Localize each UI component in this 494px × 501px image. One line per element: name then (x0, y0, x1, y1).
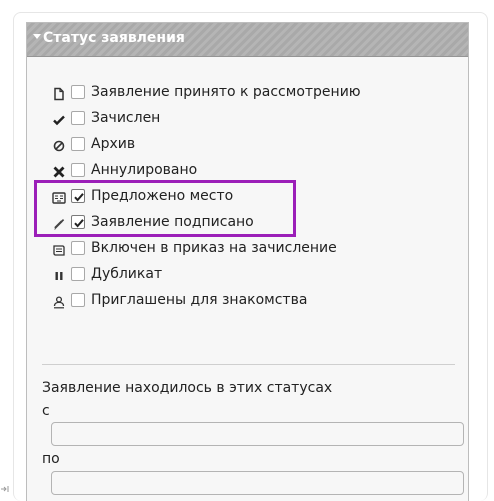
status-filter-panel: Статус заявления Заявление принято к рас… (26, 22, 469, 501)
cross-icon (52, 164, 66, 178)
status-row-signed[interactable]: Заявление подписано (27, 211, 468, 235)
status-row-in-order[interactable]: Включен в приказ на зачисление (27, 237, 468, 261)
status-label[interactable]: Заявление подписано (91, 214, 254, 230)
status-row-duplicate[interactable]: Дубликат (27, 263, 468, 287)
order-sheet-icon (52, 242, 66, 256)
status-label[interactable]: Зачислен (91, 110, 160, 126)
status-checkbox[interactable] (71, 189, 85, 203)
status-checkbox[interactable] (71, 241, 85, 255)
status-row-archive[interactable]: Архив (27, 133, 468, 157)
duplicate-icon (52, 268, 66, 282)
status-checkbox[interactable] (71, 85, 85, 99)
vacancy-card-icon (52, 190, 66, 204)
to-date-input[interactable] (51, 471, 464, 495)
status-checkbox[interactable] (71, 293, 85, 307)
status-checkbox[interactable] (71, 137, 85, 151)
document-icon (52, 86, 66, 101)
status-label[interactable]: Аннулировано (91, 162, 197, 178)
history-title: Заявление находилось в этих статусах (42, 380, 333, 396)
collapse-sidebar-icon[interactable] (0, 479, 10, 498)
prohibited-icon (52, 138, 66, 152)
status-row-enrolled[interactable]: Зачислен (27, 107, 468, 131)
section-divider (42, 364, 455, 365)
status-checkbox[interactable] (71, 215, 85, 229)
status-checkbox[interactable] (71, 267, 85, 281)
status-label[interactable]: Дубликат (91, 266, 162, 282)
status-label[interactable]: Приглашены для знакомства (91, 292, 307, 308)
checkmark-icon (52, 112, 66, 126)
status-row-invited[interactable]: Приглашены для знакомства (27, 289, 468, 313)
status-row-accepted[interactable]: Заявление принято к рассмотрению (27, 81, 468, 105)
status-label[interactable]: Включен в приказ на зачисление (91, 240, 337, 256)
status-label[interactable]: Предложено место (91, 188, 233, 204)
status-checkbox[interactable] (71, 163, 85, 177)
panel-title: Статус заявления (43, 30, 185, 46)
status-row-place-offered[interactable]: Предложено место (27, 185, 468, 209)
person-icon (52, 294, 66, 309)
status-checkbox[interactable] (71, 111, 85, 125)
panel-header[interactable]: Статус заявления (27, 23, 468, 57)
pen-icon (52, 216, 66, 230)
from-date-input[interactable] (51, 422, 464, 446)
status-row-cancelled[interactable]: Аннулировано (27, 159, 468, 183)
status-label[interactable]: Архив (91, 136, 135, 152)
triangle-down-icon[interactable] (33, 34, 41, 39)
from-date-label: с (42, 403, 50, 419)
to-date-label: по (42, 451, 60, 467)
status-label[interactable]: Заявление принято к рассмотрению (91, 84, 361, 100)
